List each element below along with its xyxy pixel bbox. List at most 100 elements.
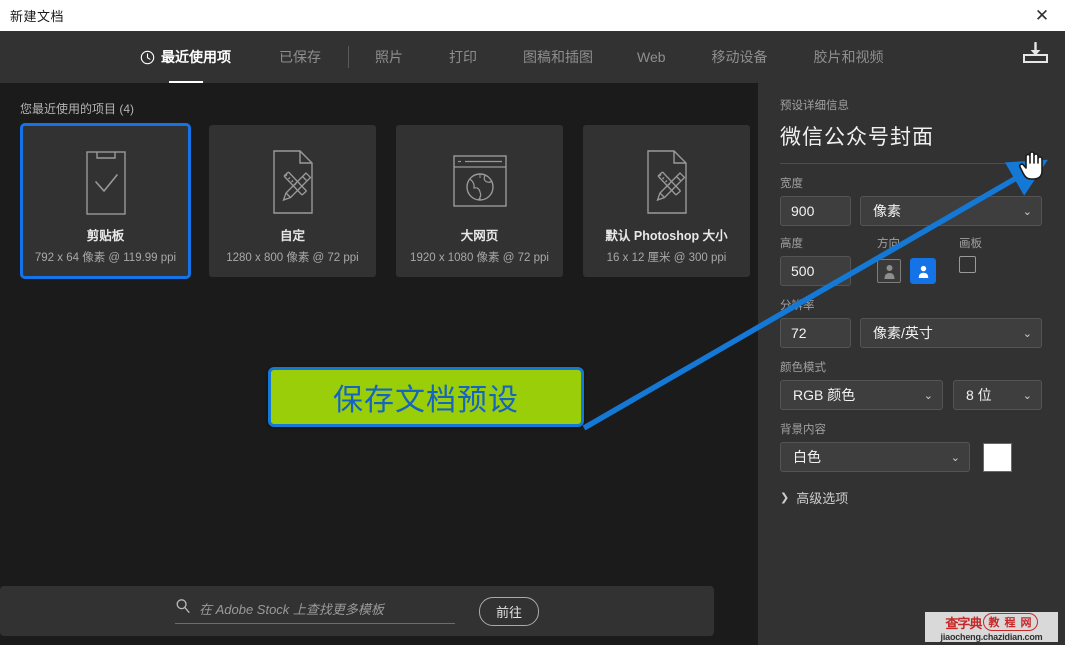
watermark-brand-row: 查字典 教 程 网 — [945, 613, 1038, 632]
stock-search-inner: 在 Adobe Stock 上查找更多模板 前往 — [174, 596, 539, 626]
tab-mobile-label: 移动设备 — [711, 49, 768, 65]
landscape-orientation-icon[interactable] — [910, 258, 936, 284]
save-preset-button[interactable] — [1022, 41, 1049, 71]
width-unit-value: 像素 — [873, 203, 901, 219]
color-mode-value: RGB 颜色 — [793, 387, 856, 403]
titlebar: 新建文档 ✕ — [0, 0, 1065, 31]
preset-card-subtitle: 792 x 64 像素 @ 119.99 ppi — [34, 252, 177, 264]
advanced-options-toggle[interactable]: ❯ 高级选项 — [780, 488, 1043, 507]
background-select[interactable]: 白色 ⌄ — [780, 442, 970, 472]
preset-card-clipboard[interactable]: 剪贴板 792 x 64 像素 @ 119.99 ppi — [20, 123, 191, 279]
preset-card-subtitle: 1920 x 1080 像素 @ 72 ppi — [410, 252, 549, 264]
chevron-down-icon: ⌄ — [1022, 388, 1032, 402]
annotation-callout: 保存文档预设 — [268, 367, 584, 427]
search-icon — [175, 598, 191, 619]
tab-web[interactable]: Web — [637, 31, 666, 83]
preset-card-large-web[interactable]: 大网页 1920 x 1080 像素 @ 72 ppi — [396, 125, 563, 277]
preset-card-list: 剪贴板 792 x 64 像素 @ 119.99 ppi 自定 1280 x 8… — [20, 123, 750, 279]
category-tabbar: 最近使用项 已保存 照片 打印 图稿和插图 Web 移动设备 胶片和视频 — [0, 31, 1065, 84]
portrait-orientation-icon[interactable] — [877, 259, 901, 283]
width-label: 宽度 — [780, 178, 803, 190]
watermark-pill: 教 程 网 — [983, 613, 1038, 631]
orientation-group: 方向 — [877, 235, 936, 286]
close-icon: ✕ — [1034, 5, 1050, 26]
stock-go-label: 前往 — [495, 604, 522, 620]
tab-saved-label: 已保存 — [279, 49, 321, 65]
download-save-icon — [1023, 41, 1048, 63]
height-label: 高度 — [780, 238, 803, 250]
resolution-value: 72 — [791, 325, 807, 341]
browser-globe-icon — [447, 143, 513, 221]
bit-depth-select[interactable]: 8 位 ⌄ — [953, 380, 1042, 410]
preset-card-custom[interactable]: 自定 1280 x 800 像素 @ 72 ppi — [209, 125, 376, 277]
tab-web-label: Web — [637, 49, 666, 65]
stock-search-input[interactable]: 在 Adobe Stock 上查找更多模板 — [174, 598, 455, 624]
resolution-group: 分辨率 72 像素/英寸 ⌄ — [780, 297, 1043, 348]
chevron-down-icon: ⌄ — [1022, 326, 1032, 340]
color-mode-select[interactable]: RGB 颜色 ⌄ — [780, 380, 943, 410]
hand-pointer-cursor — [1019, 148, 1045, 185]
width-value: 900 — [791, 203, 815, 219]
height-group: 高度 500 — [780, 235, 851, 286]
resolution-label: 分辨率 — [780, 300, 815, 312]
clock-icon — [140, 50, 155, 65]
tab-print[interactable]: 打印 — [449, 31, 477, 83]
chevron-down-icon: ⌄ — [1022, 204, 1032, 218]
adobe-stock-search-bar: 在 Adobe Stock 上查找更多模板 前往 — [0, 586, 714, 636]
tab-art-illustration[interactable]: 图稿和插图 — [523, 31, 593, 83]
tab-photo[interactable]: 照片 — [375, 31, 403, 83]
advanced-options-label: 高级选项 — [796, 491, 849, 506]
preset-card-subtitle: 16 x 12 厘米 @ 300 ppi — [606, 252, 727, 264]
color-mode-label: 颜色模式 — [780, 362, 826, 374]
document-pencil-ruler-icon — [638, 143, 696, 221]
preset-card-title: 剪贴板 — [86, 229, 125, 243]
stock-go-button[interactable]: 前往 — [478, 596, 539, 626]
preset-card-title: 默认 Photoshop 大小 — [605, 229, 728, 243]
background-group: 背景内容 白色 ⌄ — [780, 421, 1043, 472]
artboard-label: 画板 — [959, 238, 982, 250]
tab-photo-label: 照片 — [375, 49, 403, 65]
tab-recent[interactable]: 最近使用项 — [140, 31, 231, 84]
preset-card-title: 大网页 — [460, 229, 499, 243]
window-title: 新建文档 — [10, 9, 65, 24]
close-button[interactable]: ✕ — [1019, 0, 1065, 31]
tab-recent-label: 最近使用项 — [161, 49, 231, 65]
resolution-input[interactable]: 72 — [780, 318, 851, 348]
recent-items-pane: 您最近使用的项目 (4) 剪贴板 792 x 64 像素 @ 119.99 pp… — [0, 83, 758, 645]
width-input[interactable]: 900 — [780, 196, 851, 226]
height-value: 500 — [791, 263, 815, 279]
chevron-right-icon: ❯ — [780, 492, 790, 504]
tab-saved[interactable]: 已保存 — [279, 31, 321, 83]
height-input[interactable]: 500 — [780, 256, 851, 286]
annotation-label: 保存文档预设 — [333, 384, 519, 417]
details-divider — [780, 163, 1043, 164]
tab-film-video-label: 胶片和视频 — [813, 49, 884, 65]
resolution-unit-value: 像素/英寸 — [873, 325, 933, 341]
background-color-swatch[interactable] — [983, 442, 1012, 472]
color-mode-group: 颜色模式 RGB 颜色 ⌄ 8 位 ⌄ — [780, 359, 1043, 410]
width-unit-select[interactable]: 像素 ⌄ — [860, 196, 1042, 226]
stock-search-placeholder: 在 Adobe Stock 上查找更多模板 — [198, 602, 384, 617]
preset-name-field[interactable]: 微信公众号封面 — [780, 121, 1043, 151]
background-label: 背景内容 — [780, 424, 826, 436]
height-orientation-artboard-group: 高度 500 方向 画板 — [780, 235, 1043, 286]
watermark: 查字典 教 程 网 jiaocheng.chazidian.com — [925, 612, 1058, 642]
background-value: 白色 — [793, 449, 821, 465]
orientation-label: 方向 — [877, 238, 900, 250]
new-document-dialog: 新建文档 ✕ 最近使用项 已保存 照片 打印 图稿和插图 Web 移动设备 胶片… — [0, 0, 1065, 645]
preset-card-default-photoshop[interactable]: 默认 Photoshop 大小 16 x 12 厘米 @ 300 ppi — [583, 125, 750, 277]
chevron-down-icon: ⌄ — [950, 450, 960, 464]
chevron-down-icon: ⌄ — [923, 388, 933, 402]
recent-heading: 您最近使用的项目 (4) — [20, 102, 135, 116]
tab-art-illustration-label: 图稿和插图 — [523, 49, 593, 65]
document-pencil-ruler-icon — [264, 143, 322, 221]
tab-mobile[interactable]: 移动设备 — [712, 31, 768, 83]
watermark-brand: 查字典 — [945, 615, 982, 631]
clipboard-check-icon — [79, 143, 133, 221]
resolution-unit-select[interactable]: 像素/英寸 ⌄ — [860, 318, 1042, 348]
preset-card-subtitle: 1280 x 800 像素 @ 72 ppi — [226, 252, 359, 264]
tab-film-video[interactable]: 胶片和视频 — [814, 31, 884, 83]
preset-details-heading: 预设详细信息 — [780, 100, 849, 112]
width-group: 宽度 900 像素 ⌄ — [780, 175, 1043, 226]
artboard-checkbox[interactable] — [959, 256, 976, 273]
